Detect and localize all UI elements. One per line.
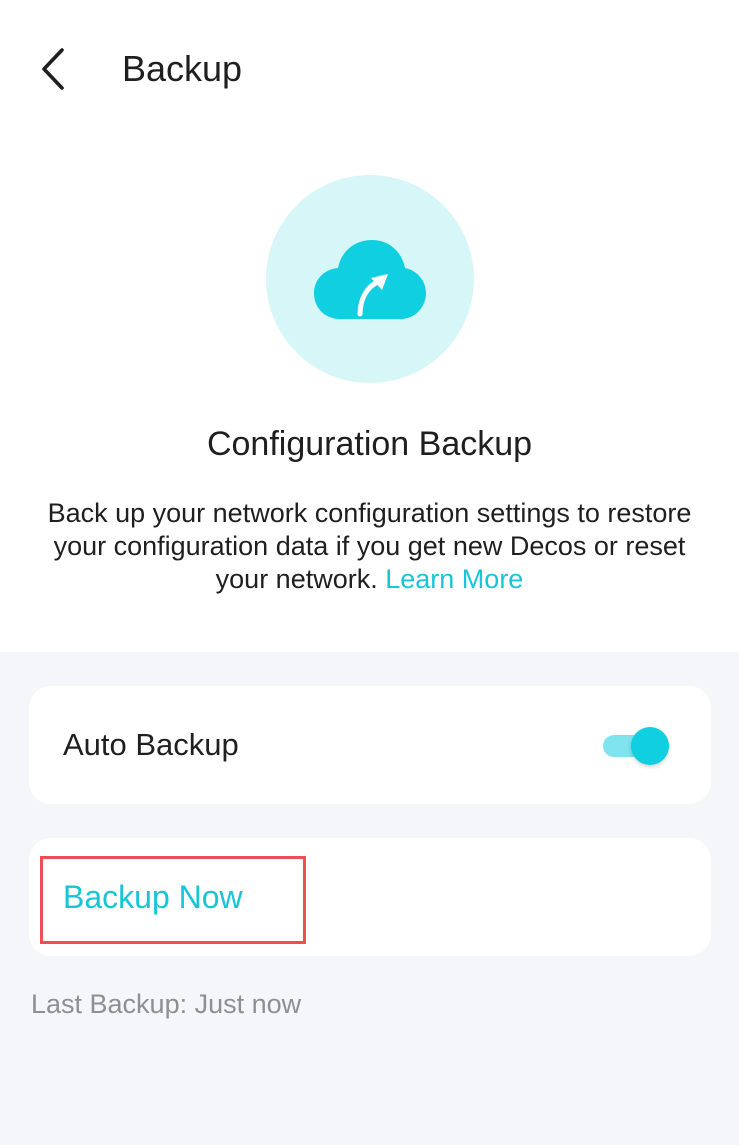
back-button[interactable]: [28, 40, 78, 98]
learn-more-link[interactable]: Learn More: [385, 564, 523, 594]
section-title: Configuration Backup: [206, 425, 533, 463]
chevron-left-icon: [42, 48, 64, 90]
top-panel: Backup Configuration Backup Back up your…: [0, 0, 739, 652]
last-backup-status: Last Backup: Just now: [31, 989, 302, 1019]
hero-icon-circle: [266, 175, 474, 383]
page-title: Backup: [122, 48, 243, 89]
app-header: Backup: [0, 0, 739, 140]
description: Back up your network configuration setti…: [40, 497, 699, 596]
backup-now-card[interactable]: Backup Now: [29, 838, 711, 956]
auto-backup-card: Auto Backup: [29, 686, 711, 804]
description-text: Back up your network configuration setti…: [47, 498, 692, 594]
cloud-upload-icon: [314, 240, 426, 319]
backup-now-button[interactable]: Backup Now: [63, 876, 243, 918]
toggle-knob: [631, 727, 669, 765]
auto-backup-label: Auto Backup: [63, 727, 239, 762]
auto-backup-toggle[interactable]: [601, 727, 671, 765]
